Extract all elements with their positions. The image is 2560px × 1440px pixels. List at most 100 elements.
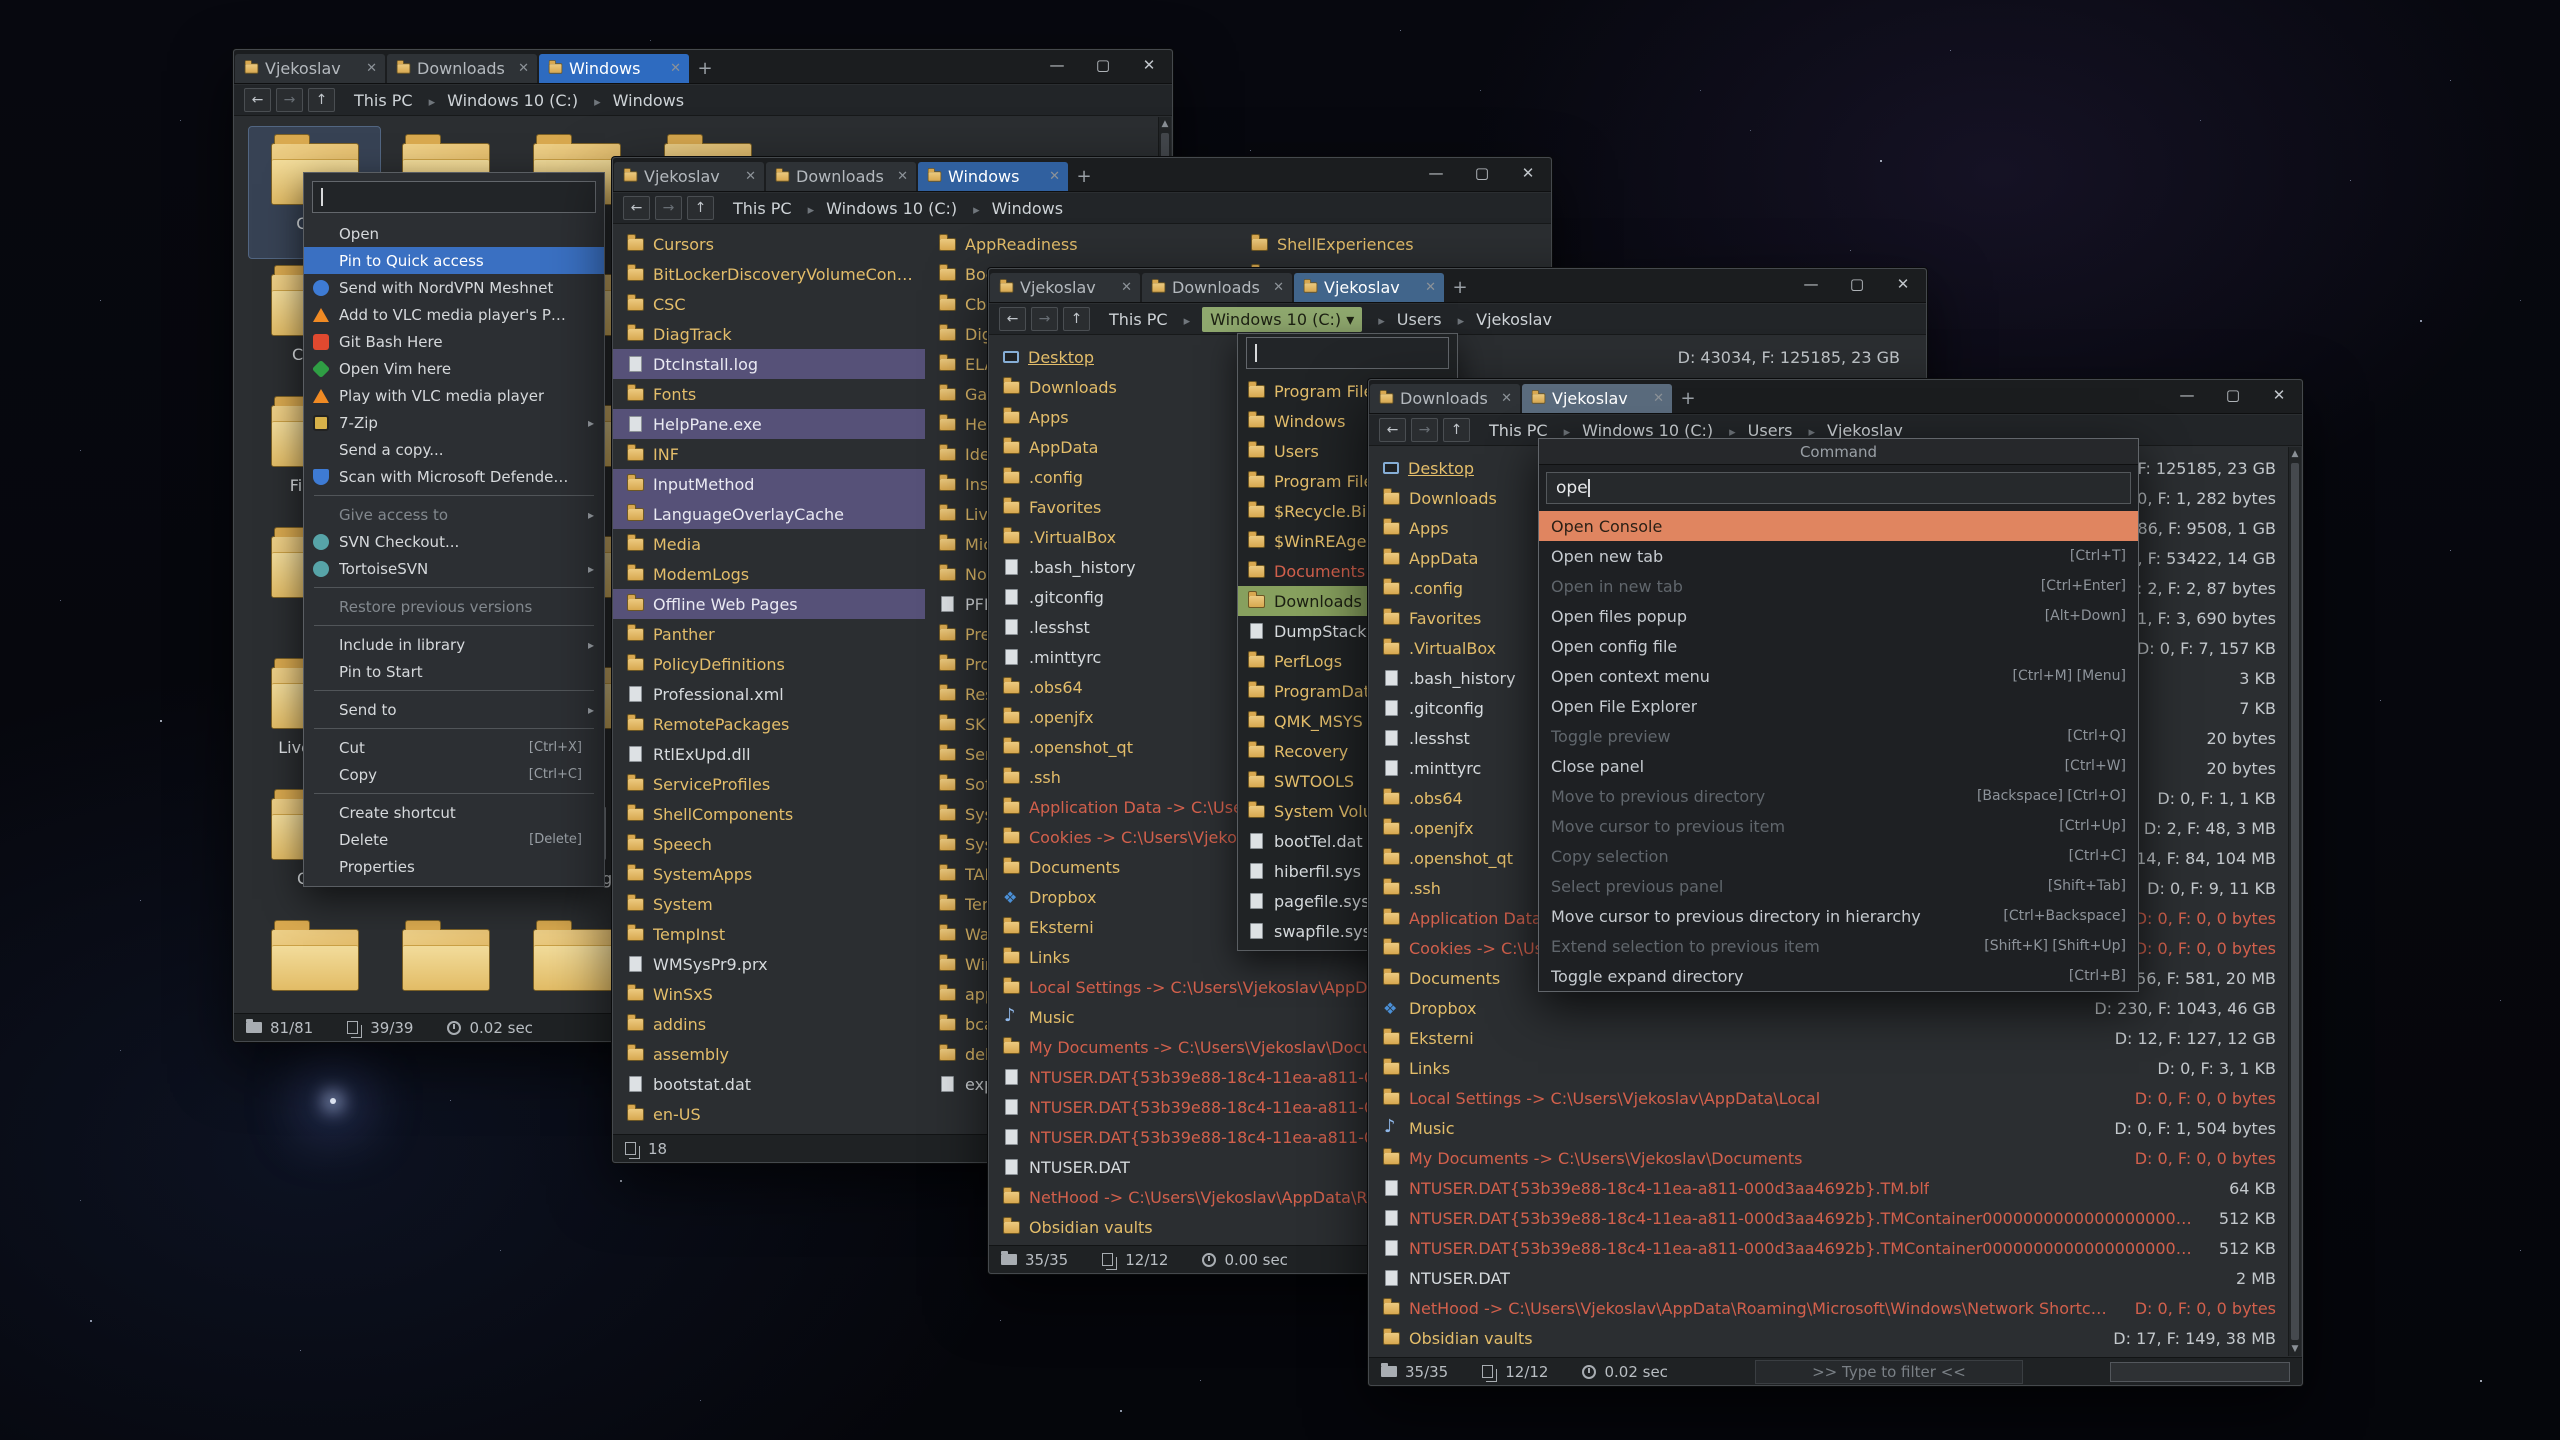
minimize-button[interactable]: — bbox=[1788, 268, 1834, 302]
context-menu-item[interactable]: Add to VLC media player's Playlist bbox=[304, 301, 604, 328]
command-item[interactable]: Extend selection to previous item [Shift… bbox=[1539, 931, 2138, 961]
tab-close-icon[interactable] bbox=[1425, 280, 1436, 295]
command-item[interactable]: Open config file bbox=[1539, 631, 2138, 661]
file-row[interactable]: Professional.xml bbox=[613, 679, 925, 709]
command-item[interactable]: Open new tab [Ctrl+T] bbox=[1539, 541, 2138, 571]
file-row[interactable]: Media bbox=[613, 529, 925, 559]
tab[interactable]: Vjekoslav bbox=[235, 54, 385, 83]
tab[interactable]: Vjekoslav bbox=[1522, 384, 1672, 413]
tab[interactable]: Downloads bbox=[387, 54, 537, 83]
file-row[interactable]: NetHood -> C:\Users\Vjekoslav\AppData\Ro… bbox=[1369, 1293, 2288, 1323]
new-tab-button[interactable]: + bbox=[1673, 384, 1703, 413]
tab-bar[interactable]: Downloads Vjekoslav + — ▢ ✕ bbox=[1369, 380, 2302, 414]
file-row[interactable]: NTUSER.DAT{53b39e88-18c4-11ea-a811-000d3… bbox=[1369, 1203, 2288, 1233]
command-item[interactable]: Open in new tab [Ctrl+Enter] bbox=[1539, 571, 2138, 601]
breadcrumb-segment[interactable]: Windows 10 (C:) bbox=[415, 89, 581, 112]
breadcrumb-segment[interactable]: Windows bbox=[959, 197, 1065, 220]
breadcrumb-segment-open-dropdown[interactable]: Windows 10 (C:) bbox=[1170, 308, 1365, 331]
file-row[interactable]: WinSxS bbox=[613, 979, 925, 1009]
dropdown-filter-input[interactable] bbox=[1246, 337, 1449, 369]
scrollbar-thumb[interactable] bbox=[2291, 463, 2299, 1340]
context-menu-item[interactable]: Open bbox=[304, 220, 604, 247]
context-menu-item[interactable]: Scan with Microsoft Defender... bbox=[304, 463, 604, 490]
file-row[interactable]: AppReadiness bbox=[925, 229, 1237, 259]
breadcrumb-segment[interactable]: Windows 10 (C:) bbox=[794, 197, 960, 220]
command-item[interactable]: Toggle expand directory [Ctrl+B] bbox=[1539, 961, 2138, 991]
context-menu-item[interactable] bbox=[314, 495, 594, 496]
breadcrumb-segment[interactable]: Users bbox=[1364, 308, 1443, 331]
tab-close-icon[interactable] bbox=[1653, 391, 1664, 406]
context-menu-item[interactable]: Pin to Quick access bbox=[304, 247, 604, 274]
file-row[interactable]: Music D: 0, F: 1, 504 bytes bbox=[1369, 1113, 2288, 1143]
tab[interactable]: Vjekoslav bbox=[990, 273, 1140, 302]
grid-item[interactable] bbox=[249, 913, 380, 1012]
minimize-button[interactable]: — bbox=[1034, 49, 1080, 83]
file-row[interactable]: Panther bbox=[613, 619, 925, 649]
context-menu-item[interactable] bbox=[314, 587, 594, 588]
file-row[interactable]: ShellComponents bbox=[613, 799, 925, 829]
close-button[interactable]: ✕ bbox=[2256, 379, 2302, 413]
file-row[interactable]: addins bbox=[613, 1009, 925, 1039]
tab-close-icon[interactable] bbox=[1501, 391, 1512, 406]
context-menu-item[interactable]: Include in library bbox=[304, 631, 604, 658]
tab-close-icon[interactable] bbox=[518, 61, 529, 76]
context-menu-item[interactable]: Restore previous versions bbox=[304, 593, 604, 620]
file-row[interactable]: Cursors bbox=[613, 229, 925, 259]
forward-button[interactable]: → bbox=[655, 196, 682, 220]
context-menu-item[interactable]: Git Bash Here bbox=[304, 328, 604, 355]
file-row[interactable]: Offline Web Pages bbox=[613, 589, 925, 619]
tab-bar[interactable]: Vjekoslav Downloads Windows bbox=[613, 158, 1551, 192]
tab[interactable]: Windows bbox=[539, 54, 689, 83]
maximize-button[interactable]: ▢ bbox=[2210, 379, 2256, 413]
tab-close-icon[interactable] bbox=[745, 169, 756, 184]
context-menu-item[interactable]: Properties bbox=[304, 853, 604, 880]
file-row[interactable]: Fonts bbox=[613, 379, 925, 409]
file-row[interactable]: en-US bbox=[613, 1099, 925, 1129]
file-row[interactable]: My Documents -> C:\Users\Vjekoslav\Docum… bbox=[1369, 1143, 2288, 1173]
minimize-button[interactable]: — bbox=[2164, 379, 2210, 413]
scroll-up-icon[interactable]: ▲ bbox=[2289, 447, 2301, 461]
context-menu-item[interactable]: Delete [Delete] bbox=[304, 826, 604, 853]
file-row[interactable]: CSC bbox=[613, 289, 925, 319]
close-button[interactable]: ✕ bbox=[1505, 157, 1551, 191]
breadcrumb-segment[interactable]: This PC bbox=[352, 89, 415, 112]
context-menu-item[interactable] bbox=[314, 690, 594, 691]
context-menu-item[interactable]: SVN Checkout... bbox=[304, 528, 604, 555]
file-row[interactable]: Obsidian vaults D: 17, F: 149, 38 MB bbox=[1369, 1323, 2288, 1353]
scroll-down-icon[interactable]: ▼ bbox=[2289, 1342, 2301, 1356]
command-item[interactable]: Select previous panel [Shift+Tab] bbox=[1539, 871, 2138, 901]
context-menu-item[interactable]: Send to bbox=[304, 696, 604, 723]
file-row[interactable]: RemotePackages bbox=[613, 709, 925, 739]
context-menu-item[interactable]: Create shortcut bbox=[304, 799, 604, 826]
status-filter-input[interactable] bbox=[2110, 1362, 2290, 1382]
file-row[interactable]: LanguageOverlayCache bbox=[613, 499, 925, 529]
file-row[interactable]: HelpPane.exe bbox=[613, 409, 925, 439]
file-row[interactable]: NTUSER.DAT{53b39e88-18c4-11ea-a811-000d3… bbox=[1369, 1173, 2288, 1203]
context-menu-item[interactable]: Pin to Start bbox=[304, 658, 604, 685]
tab[interactable]: Downloads bbox=[766, 162, 916, 191]
back-button[interactable]: ← bbox=[623, 196, 650, 220]
file-row[interactable]: NTUSER.DAT 2 MB bbox=[1369, 1263, 2288, 1293]
file-row[interactable]: assembly bbox=[613, 1039, 925, 1069]
file-row[interactable]: ServiceProfiles bbox=[613, 769, 925, 799]
tab[interactable]: Vjekoslav bbox=[614, 162, 764, 191]
file-row[interactable]: RtlExUpd.dll bbox=[613, 739, 925, 769]
forward-button[interactable]: → bbox=[1411, 418, 1438, 442]
maximize-button[interactable]: ▢ bbox=[1834, 268, 1880, 302]
context-menu-item[interactable]: TortoiseSVN bbox=[304, 555, 604, 582]
up-button[interactable]: ↑ bbox=[1443, 418, 1470, 442]
command-item[interactable]: Open Console bbox=[1539, 511, 2138, 541]
file-row[interactable]: INF bbox=[613, 439, 925, 469]
file-row[interactable]: ShellExperiences bbox=[1237, 229, 1537, 259]
context-menu-item[interactable]: Play with VLC media player bbox=[304, 382, 604, 409]
context-menu-item[interactable] bbox=[314, 793, 594, 794]
file-row[interactable]: InputMethod bbox=[613, 469, 925, 499]
back-button[interactable]: ← bbox=[244, 88, 271, 112]
context-menu-item[interactable] bbox=[314, 728, 594, 729]
close-button[interactable]: ✕ bbox=[1126, 49, 1172, 83]
context-menu-item[interactable]: Send with NordVPN Meshnet bbox=[304, 274, 604, 301]
command-item[interactable]: Move cursor to previous directory in hie… bbox=[1539, 901, 2138, 931]
back-button[interactable]: ← bbox=[1379, 418, 1406, 442]
file-row[interactable]: Links D: 0, F: 3, 1 KB bbox=[1369, 1053, 2288, 1083]
command-item[interactable]: Open File Explorer bbox=[1539, 691, 2138, 721]
